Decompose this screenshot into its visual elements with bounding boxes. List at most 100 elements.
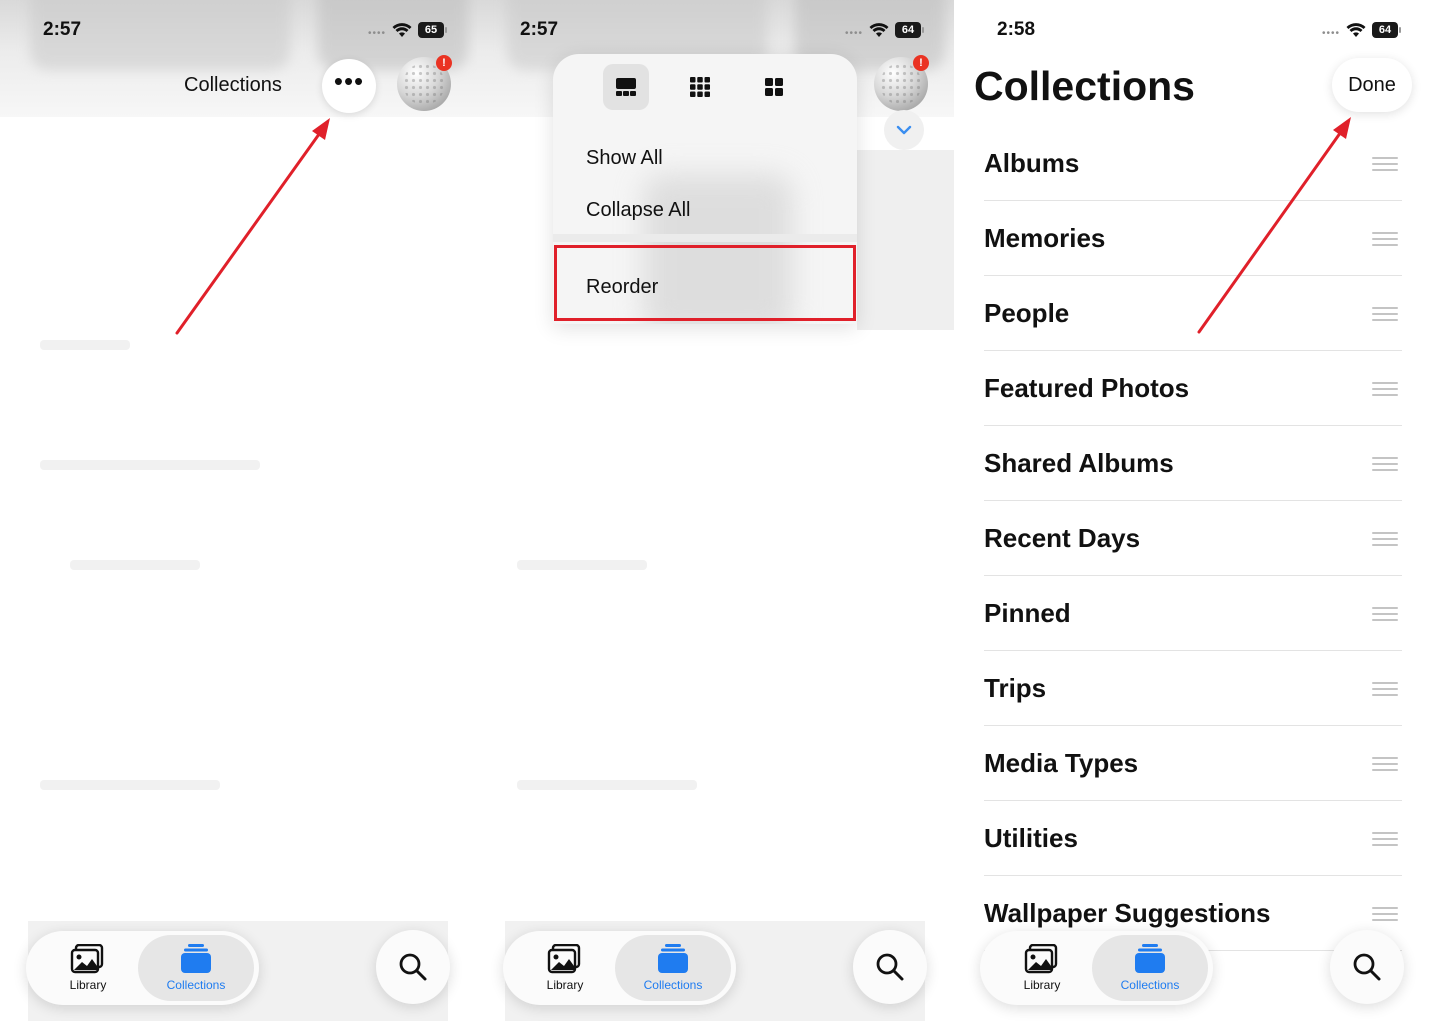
status-icons: •••• 65	[368, 20, 448, 40]
reorder-list: Albums Memories People Featured Photos Share…	[984, 126, 1402, 951]
done-button[interactable]: Done	[1332, 58, 1412, 112]
drag-handle-icon[interactable]	[1372, 907, 1398, 921]
battery-icon: 64	[1372, 22, 1402, 38]
search-icon	[399, 953, 427, 981]
layout-single-icon	[616, 78, 636, 96]
faded-text	[40, 460, 260, 470]
menu-item-show-all[interactable]: Show All	[586, 147, 663, 170]
reorder-row[interactable]: Trips	[984, 651, 1402, 726]
reorder-row-label: Memories	[984, 223, 1106, 253]
reorder-row-label: Media Types	[984, 748, 1139, 778]
more-button[interactable]: •••	[322, 59, 376, 113]
reorder-row-label: Albums	[984, 148, 1080, 178]
reorder-row[interactable]: Memories	[984, 201, 1402, 276]
expand-button[interactable]	[884, 110, 924, 150]
library-icon	[70, 944, 104, 974]
reorder-row-label: People	[984, 298, 1070, 328]
wifi-icon	[869, 23, 889, 37]
reorder-row[interactable]: Albums	[984, 126, 1402, 201]
faded-text	[40, 340, 130, 350]
reorder-row[interactable]: Recent Days	[984, 501, 1402, 576]
status-time: 2:57	[520, 19, 559, 40]
layout-grid-small-option[interactable]	[677, 64, 723, 110]
reorder-highlight-box	[554, 245, 856, 321]
screen-collections-before: 2:57 •••• 65 Collections ••• ! Library C…	[0, 0, 477, 1032]
reorder-row[interactable]: Featured Photos	[984, 351, 1402, 426]
drag-handle-icon[interactable]	[1372, 382, 1398, 396]
reorder-row[interactable]: Utilities	[984, 801, 1402, 876]
layout-single-option[interactable]	[603, 64, 649, 110]
tab-collections-label: Collections	[166, 978, 226, 992]
drag-handle-icon[interactable]	[1372, 307, 1398, 321]
reorder-row-label: Recent Days	[984, 523, 1141, 553]
more-icon: •••	[333, 66, 365, 96]
tab-collections[interactable]: Collections	[615, 935, 731, 1001]
avatar[interactable]: !	[874, 55, 929, 111]
reorder-row-label: Pinned	[984, 598, 1071, 628]
battery-icon: 65	[418, 22, 448, 38]
search-button[interactable]	[853, 930, 927, 1004]
library-icon	[547, 944, 581, 974]
notification-badge: !	[436, 55, 452, 71]
faded-text	[517, 560, 647, 570]
menu-separator	[553, 234, 857, 242]
faded-text	[40, 780, 220, 790]
reorder-row[interactable]: People	[984, 276, 1402, 351]
battery-icon: 64	[895, 22, 925, 38]
reorder-row[interactable]: Shared Albums	[984, 426, 1402, 501]
blurred-content	[857, 150, 954, 330]
layout-grid-large-icon	[765, 78, 783, 96]
drag-handle-icon[interactable]	[1372, 457, 1398, 471]
reorder-row-label: Trips	[984, 673, 1047, 703]
status-time: 2:58	[997, 19, 1036, 40]
cellular-icon: ••••	[845, 27, 864, 39]
layout-grid-small-icon	[690, 77, 710, 97]
search-button[interactable]	[1330, 930, 1404, 1004]
search-button[interactable]	[376, 930, 450, 1004]
tab-bar: Library Collections	[26, 931, 259, 1005]
drag-handle-icon[interactable]	[1372, 682, 1398, 696]
tab-collections[interactable]: Collections	[138, 935, 254, 1001]
drag-handle-icon[interactable]	[1372, 232, 1398, 246]
tab-collections-label: Collections	[1120, 978, 1180, 992]
notification-badge: !	[913, 55, 929, 71]
nav-title: Collections	[184, 74, 282, 96]
layout-grid-large-option[interactable]	[751, 64, 797, 110]
drag-handle-icon[interactable]	[1372, 757, 1398, 771]
collections-icon	[658, 944, 688, 973]
avatar[interactable]: !	[397, 55, 452, 111]
status-time: 2:57	[43, 19, 82, 40]
drag-handle-icon[interactable]	[1372, 157, 1398, 171]
status-icons: •••• 64	[845, 20, 925, 40]
tab-library[interactable]: Library	[32, 935, 144, 1001]
tab-library[interactable]: Library	[509, 935, 621, 1001]
layout-options	[603, 64, 797, 110]
reorder-row[interactable]: Pinned	[984, 576, 1402, 651]
wifi-icon	[392, 23, 412, 37]
wifi-icon	[1346, 23, 1366, 37]
collections-icon	[1135, 944, 1165, 973]
menu-item-collapse-all[interactable]: Collapse All	[586, 199, 691, 222]
cellular-icon: ••••	[368, 27, 387, 39]
tab-collections[interactable]: Collections	[1092, 935, 1208, 1001]
cellular-icon: ••••	[1322, 27, 1341, 39]
chevron-down-icon	[896, 125, 912, 135]
faded-text	[517, 780, 697, 790]
drag-handle-icon[interactable]	[1372, 532, 1398, 546]
tab-collections-label: Collections	[643, 978, 703, 992]
page-title: Collections	[974, 63, 1195, 109]
reorder-row[interactable]: Media Types	[984, 726, 1402, 801]
reorder-row-label: Utilities	[984, 823, 1078, 853]
tab-bar: Library Collections	[980, 931, 1213, 1005]
search-icon	[1353, 953, 1381, 981]
status-icons: •••• 64	[1322, 20, 1402, 40]
tab-library-label: Library	[1023, 978, 1061, 992]
drag-handle-icon[interactable]	[1372, 832, 1398, 846]
reorder-row-label: Wallpaper Suggestions	[984, 898, 1271, 928]
drag-handle-icon[interactable]	[1372, 607, 1398, 621]
library-icon	[1024, 944, 1058, 974]
faded-text	[70, 560, 200, 570]
tab-library[interactable]: Library	[986, 935, 1098, 1001]
tab-bar: Library Collections	[503, 931, 736, 1005]
screen-collections-reorder: 2:58 •••• 64 Collections Done Albums Memo…	[954, 0, 1431, 1032]
